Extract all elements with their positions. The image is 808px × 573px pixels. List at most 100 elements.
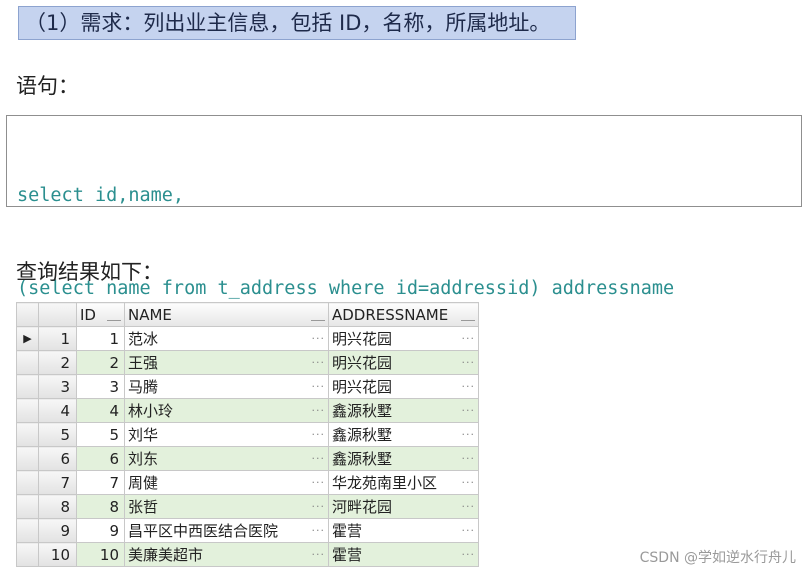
cell-id[interactable]: 3 — [76, 374, 125, 399]
ellipsis-button[interactable]: ··· — [462, 524, 476, 537]
row-indicator-icon — [16, 494, 39, 519]
table-row[interactable]: 10 10 美廉美超市 ··· 霍营 ··· — [16, 542, 479, 567]
cell-address[interactable]: 明兴花园 ··· — [328, 374, 479, 399]
ellipsis-button[interactable]: ··· — [462, 548, 476, 561]
column-header-addressname[interactable]: ADDRESSNAME — [328, 302, 479, 327]
table-row[interactable]: 3 3 马腾 ··· 明兴花园 ··· — [16, 374, 479, 399]
cell-text: 美廉美超市 — [128, 546, 204, 564]
table-row[interactable]: 6 6 刘东 ··· 鑫源秋墅 ··· — [16, 446, 479, 471]
sort-icon — [311, 308, 325, 321]
cell-text: 林小玲 — [128, 402, 174, 420]
ellipsis-button[interactable]: ··· — [462, 380, 476, 393]
ellipsis-button[interactable]: ··· — [312, 548, 326, 561]
grid-rownum-header — [38, 302, 77, 327]
cell-id[interactable]: 2 — [76, 350, 125, 375]
grid-header-row: ID NAME ADDRESSNAME — [16, 302, 479, 327]
table-row[interactable]: 9 9 昌平区中西医结合医院 ··· 霍营 ··· — [16, 518, 479, 543]
ellipsis-button[interactable]: ··· — [462, 404, 476, 417]
cell-text: 鑫源秋墅 — [332, 426, 393, 444]
sql-code-block: select id,name, (select name from t_addr… — [6, 115, 802, 392]
cell-id[interactable]: 5 — [76, 422, 125, 447]
table-row[interactable]: 4 4 林小玲 ··· 鑫源秋墅 ··· — [16, 398, 479, 423]
table-row[interactable]: 5 5 刘华 ··· 鑫源秋墅 ··· — [16, 422, 479, 447]
ellipsis-button[interactable]: ··· — [312, 332, 326, 345]
ellipsis-button[interactable]: ··· — [312, 500, 326, 513]
cell-text: 霍营 — [332, 546, 363, 564]
cell-name[interactable]: 林小玲 ··· — [124, 398, 329, 423]
row-number[interactable]: 9 — [38, 518, 77, 543]
cell-address[interactable]: 霍营 ··· — [328, 542, 479, 567]
cell-name[interactable]: 王强 ··· — [124, 350, 329, 375]
grid-corner — [16, 302, 39, 327]
ellipsis-button[interactable]: ··· — [462, 356, 476, 369]
column-header-id[interactable]: ID — [76, 302, 125, 327]
cell-id[interactable]: 9 — [76, 518, 125, 543]
cell-name[interactable]: 昌平区中西医结合医院 ··· — [124, 518, 329, 543]
cell-address[interactable]: 明兴花园 ··· — [328, 326, 479, 351]
cell-address[interactable]: 明兴花园 ··· — [328, 350, 479, 375]
cell-id[interactable]: 1 — [76, 326, 125, 351]
cell-text: 王强 — [128, 354, 159, 372]
row-number[interactable]: 1 — [38, 326, 77, 351]
cell-name[interactable]: 范冰 ··· — [124, 326, 329, 351]
cell-text: 刘华 — [128, 426, 159, 444]
cell-name[interactable]: 马腾 ··· — [124, 374, 329, 399]
row-number[interactable]: 6 — [38, 446, 77, 471]
row-number[interactable]: 5 — [38, 422, 77, 447]
row-indicator-icon — [16, 446, 39, 471]
row-indicator-icon — [16, 422, 39, 447]
cell-address[interactable]: 鑫源秋墅 ··· — [328, 398, 479, 423]
row-number[interactable]: 7 — [38, 470, 77, 495]
code-line: select id,name, — [17, 185, 185, 206]
column-header-label: ADDRESSNAME — [332, 305, 449, 324]
row-number[interactable]: 4 — [38, 398, 77, 423]
row-number[interactable]: 3 — [38, 374, 77, 399]
ellipsis-button[interactable]: ··· — [462, 428, 476, 441]
cell-name[interactable]: 刘东 ··· — [124, 446, 329, 471]
cell-name[interactable]: 张哲 ··· — [124, 494, 329, 519]
ellipsis-button[interactable]: ··· — [312, 524, 326, 537]
cell-text: 张哲 — [128, 498, 159, 516]
cell-text: 河畔花园 — [332, 498, 393, 516]
row-indicator-icon — [16, 374, 39, 399]
watermark: CSDN @学如逆水行舟儿 — [639, 550, 796, 566]
cell-text: 鑫源秋墅 — [332, 402, 393, 420]
ellipsis-button[interactable]: ··· — [462, 332, 476, 345]
row-number[interactable]: 8 — [38, 494, 77, 519]
cell-address[interactable]: 鑫源秋墅 ··· — [328, 446, 479, 471]
cell-id[interactable]: 10 — [76, 542, 125, 567]
ellipsis-button[interactable]: ··· — [312, 380, 326, 393]
ellipsis-button[interactable]: ··· — [312, 428, 326, 441]
result-heading: 查询结果如下： — [16, 260, 163, 284]
row-number[interactable]: 10 — [38, 542, 77, 567]
ellipsis-button[interactable]: ··· — [312, 476, 326, 489]
cell-id[interactable]: 6 — [76, 446, 125, 471]
table-row[interactable]: ▶ 1 1 范冰 ··· 明兴花园 ··· — [16, 326, 479, 351]
table-row[interactable]: 7 7 周健 ··· 华龙苑南里小区 ··· — [16, 470, 479, 495]
table-row[interactable]: 2 2 王强 ··· 明兴花园 ··· — [16, 350, 479, 375]
cell-address[interactable]: 华龙苑南里小区 ··· — [328, 470, 479, 495]
ellipsis-button[interactable]: ··· — [312, 404, 326, 417]
cell-text: 明兴花园 — [332, 378, 393, 396]
cell-id[interactable]: 8 — [76, 494, 125, 519]
cell-id[interactable]: 7 — [76, 470, 125, 495]
cell-name[interactable]: 刘华 ··· — [124, 422, 329, 447]
cell-address[interactable]: 霍营 ··· — [328, 518, 479, 543]
cell-text: 华龙苑南里小区 — [332, 474, 438, 492]
cell-text: 范冰 — [128, 330, 159, 348]
cell-id[interactable]: 4 — [76, 398, 125, 423]
cell-address[interactable]: 河畔花园 ··· — [328, 494, 479, 519]
cell-address[interactable]: 鑫源秋墅 ··· — [328, 422, 479, 447]
ellipsis-button[interactable]: ··· — [312, 452, 326, 465]
ellipsis-button[interactable]: ··· — [462, 500, 476, 513]
cell-name[interactable]: 周健 ··· — [124, 470, 329, 495]
column-header-name[interactable]: NAME — [124, 302, 329, 327]
cell-text: 刘东 — [128, 450, 159, 468]
row-number[interactable]: 2 — [38, 350, 77, 375]
cell-text: 马腾 — [128, 378, 159, 396]
cell-name[interactable]: 美廉美超市 ··· — [124, 542, 329, 567]
table-row[interactable]: 8 8 张哲 ··· 河畔花园 ··· — [16, 494, 479, 519]
ellipsis-button[interactable]: ··· — [462, 452, 476, 465]
ellipsis-button[interactable]: ··· — [462, 476, 476, 489]
ellipsis-button[interactable]: ··· — [312, 356, 326, 369]
